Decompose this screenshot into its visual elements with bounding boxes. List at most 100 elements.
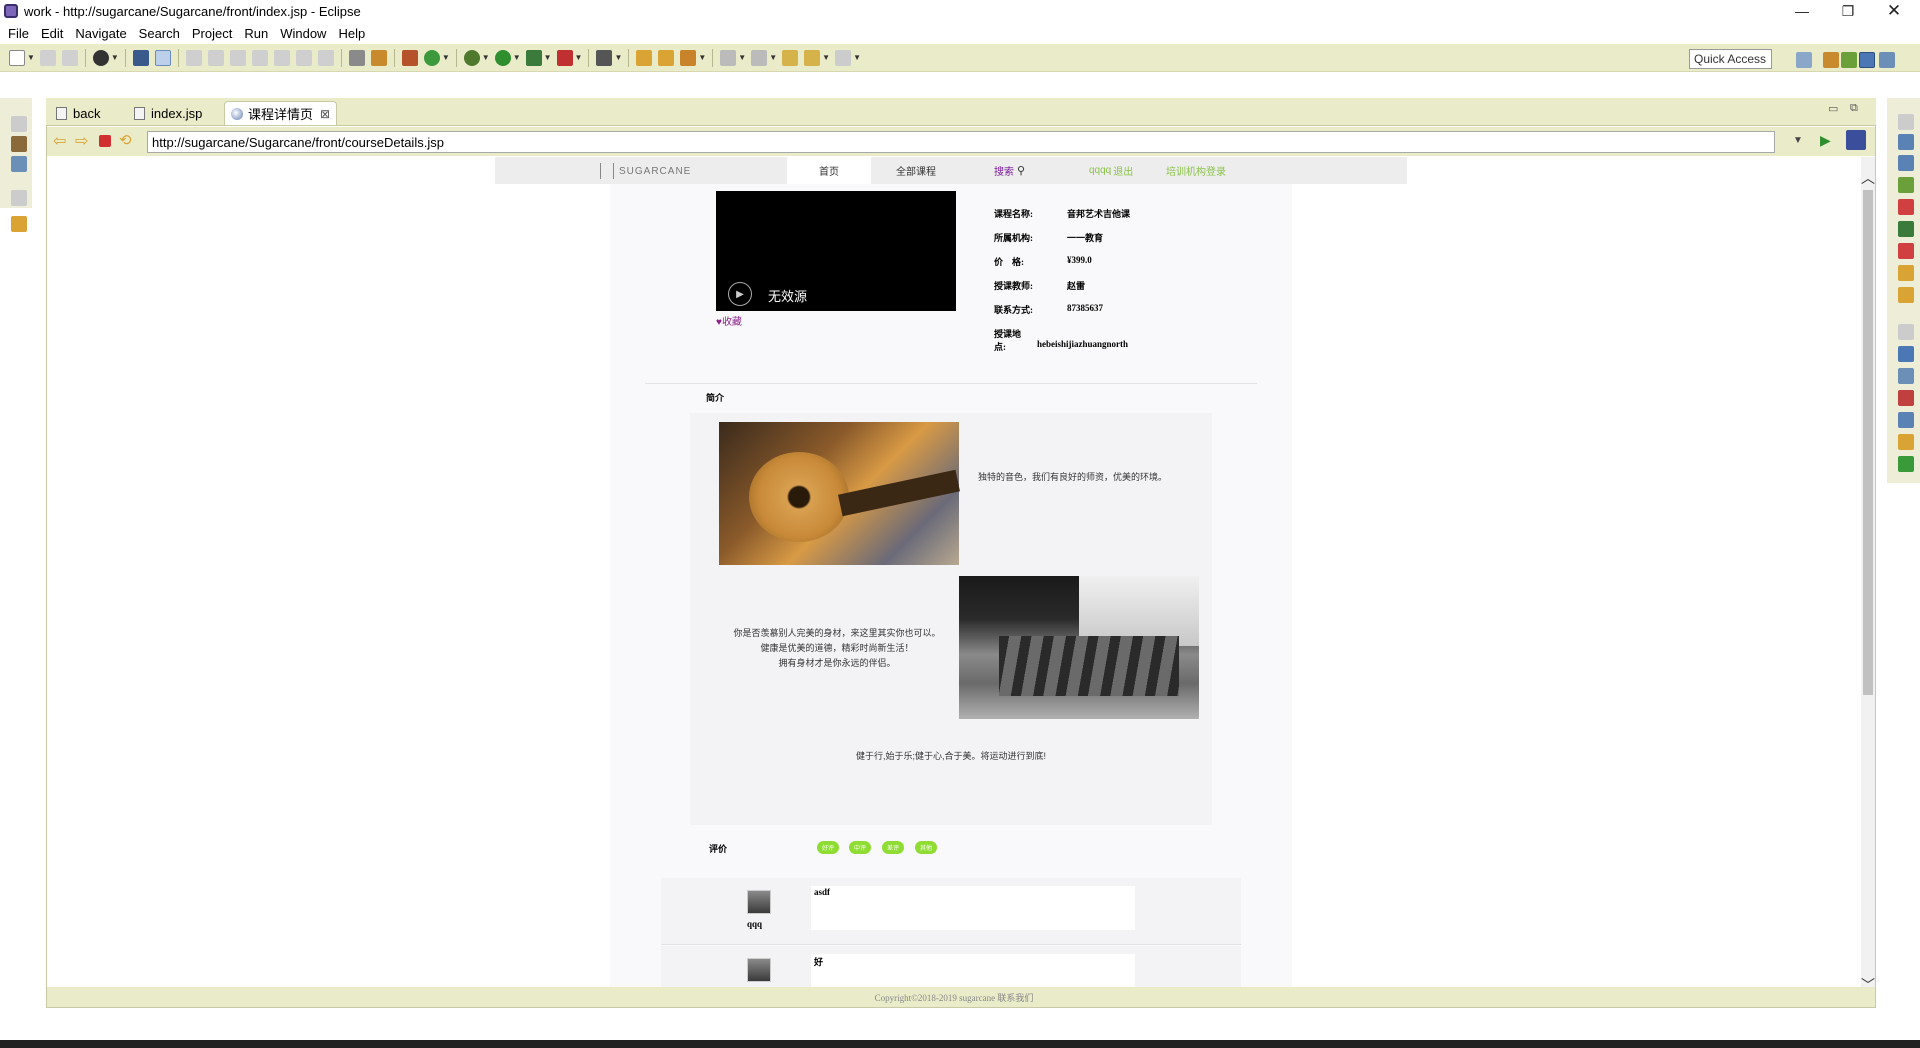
- review-tag-bad[interactable]: 差评: [882, 841, 904, 854]
- open-type-icon[interactable]: [596, 49, 613, 66]
- task-list-icon[interactable]: [1898, 134, 1914, 150]
- menu-help[interactable]: Help: [338, 26, 365, 41]
- new-icon[interactable]: [9, 49, 25, 66]
- restore-view2-icon[interactable]: [11, 190, 27, 206]
- console-icon[interactable]: [1898, 346, 1914, 362]
- favorite-link[interactable]: ♥收藏: [716, 313, 742, 328]
- outline-icon[interactable]: [11, 156, 27, 172]
- menu-navigate[interactable]: Navigate: [75, 26, 126, 41]
- menu-run[interactable]: Run: [244, 26, 268, 41]
- step-return-icon[interactable]: [317, 49, 334, 66]
- terminate-icon[interactable]: [229, 49, 246, 66]
- review-tag-other[interactable]: 其他: [915, 841, 937, 854]
- step-over-icon[interactable]: [295, 49, 312, 66]
- minimize-editor-icon[interactable]: ▭: [1828, 102, 1838, 115]
- review-tag-good[interactable]: 好评: [817, 841, 839, 854]
- quick-access-input[interactable]: Quick Access: [1689, 49, 1772, 69]
- browser-stop-icon[interactable]: [99, 135, 111, 147]
- browser-back-icon[interactable]: ⇦: [53, 131, 66, 151]
- coverage-icon[interactable]: [525, 49, 542, 66]
- profile-icon[interactable]: [92, 49, 109, 66]
- restore-view-icon[interactable]: [11, 116, 27, 132]
- pen-icon[interactable]: [680, 49, 697, 66]
- problems-icon[interactable]: [1898, 155, 1914, 171]
- close-icon[interactable]: ✕: [1871, 0, 1917, 22]
- select-icon[interactable]: [154, 49, 171, 66]
- browser-go-icon[interactable]: ▶: [1820, 132, 1831, 149]
- scroll-up-icon[interactable]: ︿: [1861, 168, 1875, 188]
- progress-icon[interactable]: [1898, 456, 1914, 472]
- menu-file[interactable]: File: [8, 26, 29, 41]
- run-icon[interactable]: [494, 49, 511, 66]
- disconnect-icon[interactable]: [251, 49, 268, 66]
- perspective-java-icon[interactable]: [1841, 52, 1857, 68]
- review-tag-neutral[interactable]: 中评: [849, 841, 871, 854]
- menu-edit[interactable]: Edit: [41, 26, 63, 41]
- perspective-git-icon[interactable]: [1879, 52, 1895, 68]
- nav-home[interactable]: 首页: [787, 157, 871, 184]
- use-step-filters-icon[interactable]: [348, 49, 365, 66]
- save-icon[interactable]: [39, 49, 56, 66]
- open-external-browser-icon[interactable]: [1846, 130, 1866, 150]
- skip-breakpoints-icon[interactable]: [370, 49, 387, 66]
- terminal-icon[interactable]: [132, 49, 149, 66]
- package-explorer-icon[interactable]: [11, 136, 27, 152]
- nav-username[interactable]: qqqq: [1089, 165, 1111, 176]
- browser-forward-icon[interactable]: ⇨: [75, 131, 88, 151]
- menu-project[interactable]: Project: [192, 26, 232, 41]
- nav-all-courses[interactable]: 全部课程: [896, 157, 936, 184]
- markers-icon[interactable]: [1898, 390, 1914, 406]
- step-into-icon[interactable]: [273, 49, 290, 66]
- nav-logout[interactable]: 退出: [1113, 163, 1133, 178]
- close-tab-icon[interactable]: ⊠: [320, 107, 330, 121]
- menu-search[interactable]: Search: [139, 26, 180, 41]
- git-repo-icon[interactable]: [11, 216, 27, 232]
- error-log-icon[interactable]: [1898, 243, 1914, 259]
- git-staging-icon[interactable]: [1898, 287, 1914, 303]
- video-player[interactable]: ▶ 无效源: [716, 191, 956, 311]
- refresh-run-icon[interactable]: [423, 49, 440, 66]
- restore-right-icon[interactable]: [1898, 114, 1914, 130]
- vertical-scrollbar-thumb[interactable]: [1863, 190, 1873, 695]
- nav-org-login[interactable]: 培训机构登录: [1166, 157, 1226, 184]
- prev-annotation-icon[interactable]: [751, 49, 768, 66]
- site-navbar: SUGARCANE 首页 全部课程 搜索 ⚲ qqqq 退出 培训机构登录: [495, 157, 1407, 184]
- minimize-icon[interactable]: —: [1779, 0, 1825, 22]
- url-dropdown-icon[interactable]: ▼: [1793, 135, 1803, 146]
- breakpoints-icon[interactable]: [1898, 199, 1914, 215]
- perspective-debug-icon[interactable]: [1823, 52, 1839, 68]
- perspective-jee-icon[interactable]: [1859, 52, 1875, 68]
- debug-icon[interactable]: [463, 49, 480, 66]
- nav-search[interactable]: 搜索 ⚲: [994, 157, 1025, 184]
- servers-icon[interactable]: [1898, 221, 1914, 237]
- javadoc-icon[interactable]: [1898, 412, 1914, 428]
- forward-icon[interactable]: [835, 49, 852, 66]
- menu-window[interactable]: Window: [280, 26, 326, 41]
- history-icon[interactable]: [1898, 265, 1914, 281]
- browser-refresh-icon[interactable]: ⟲: [119, 131, 132, 149]
- search-view-icon[interactable]: [1898, 434, 1914, 450]
- restore-icon[interactable]: ❐: [1825, 0, 1871, 22]
- package-icon[interactable]: [401, 49, 418, 66]
- url-input[interactable]: http://sugarcane/Sugarcane/front/courseD…: [147, 131, 1775, 153]
- suspend-icon[interactable]: [207, 49, 224, 66]
- open-project-icon[interactable]: [658, 49, 675, 66]
- site-logo[interactable]: SUGARCANE: [600, 161, 691, 181]
- open-perspective-icon[interactable]: [1796, 52, 1812, 68]
- open-folder-icon[interactable]: [636, 49, 653, 66]
- debug-view-icon[interactable]: [1898, 177, 1914, 193]
- properties-icon[interactable]: [1898, 368, 1914, 384]
- tab-back[interactable]: back: [50, 101, 106, 125]
- tab-course-details[interactable]: 课程详情页 ⊠: [224, 101, 338, 125]
- last-edit-icon[interactable]: [782, 49, 799, 66]
- save-all-icon[interactable]: [61, 49, 78, 66]
- resume-icon[interactable]: [185, 49, 202, 66]
- next-annotation-icon[interactable]: [720, 49, 737, 66]
- restore-right2-icon[interactable]: [1898, 324, 1914, 340]
- maximize-editor-icon[interactable]: ⧉: [1850, 102, 1858, 115]
- tab-index-jsp[interactable]: index.jsp: [128, 101, 208, 125]
- play-icon[interactable]: ▶: [728, 282, 752, 306]
- back-icon[interactable]: [804, 49, 821, 66]
- external-tools-icon[interactable]: [556, 49, 573, 66]
- detail-value-contact: 87385637: [1067, 303, 1103, 313]
